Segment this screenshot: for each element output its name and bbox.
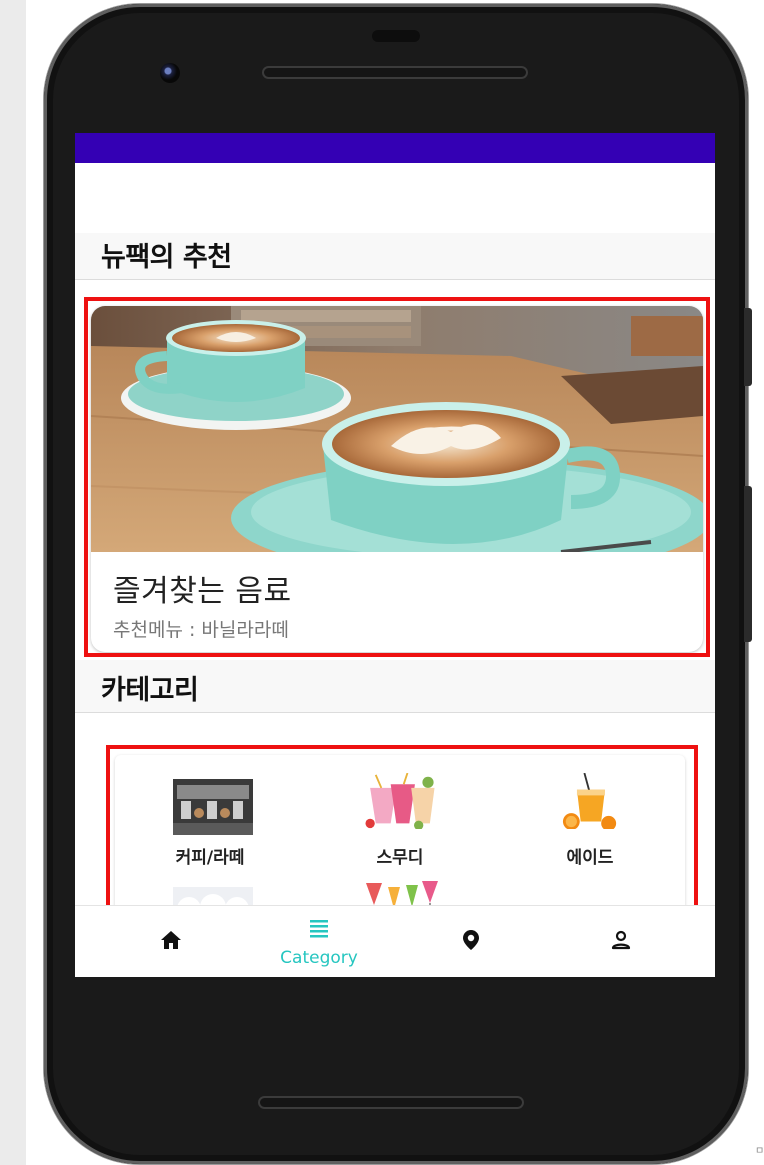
recommendation-section-title: 뉴팩의 추천 — [101, 242, 232, 273]
phone-notch — [372, 30, 420, 42]
list-icon — [310, 920, 328, 938]
nav-location[interactable] — [391, 906, 551, 977]
favorite-drink-card[interactable]: 즐겨찾는 음료 추천메뉴 : 바닐라라떼 — [91, 306, 703, 652]
recommended-menu-text: 추천메뉴 : 바닐라라떼 — [113, 619, 289, 641]
edge-fragment-text: ㅁ — [755, 1146, 764, 1157]
location-pin-icon — [463, 930, 479, 950]
app-screen: 뉴팩의 추천 즐겨찾는 음료 추천메뉴: 바닐라라떼 카테고리 커피/라떼 스… — [75, 133, 715, 977]
category-item-coffee-latte[interactable]: 커피/라떼 — [115, 755, 305, 868]
smoothie-cups-thumbnail — [362, 773, 438, 829]
favorite-drink-title: 즐겨찾는 음료 — [113, 574, 292, 609]
nav-category-label: Category — [280, 948, 358, 968]
category-grid: 커피/라떼 스무디 에이드 — [115, 755, 685, 915]
nav-home[interactable] — [91, 906, 251, 977]
category-label: 스무디 — [376, 848, 424, 868]
bottom-navigation: Category — [75, 905, 715, 977]
nav-category[interactable]: Category — [239, 906, 399, 977]
background-strip — [0, 0, 26, 1165]
coffee-machine-thumbnail — [173, 779, 253, 835]
latte-photo — [91, 306, 703, 552]
recommendation-header: 뉴팩의 추천 — [75, 233, 715, 280]
status-bar — [75, 133, 715, 163]
home-icon — [161, 931, 181, 949]
category-section-title: 카테고리 — [101, 675, 199, 706]
category-item-ade[interactable]: 에이드 — [495, 755, 685, 868]
front-camera — [160, 63, 180, 83]
top-speaker — [262, 66, 528, 79]
orange-juice-thumbnail — [552, 773, 628, 829]
bottom-speaker — [258, 1096, 524, 1109]
person-icon — [611, 930, 631, 950]
category-header: 카테고리 — [75, 660, 715, 713]
power-button — [744, 308, 752, 386]
category-label: 커피/라떼 — [175, 848, 245, 868]
volume-button — [744, 486, 752, 642]
category-item-smoothie[interactable]: 스무디 — [305, 755, 495, 868]
nav-profile[interactable] — [541, 906, 701, 977]
app-bar — [75, 163, 715, 234]
category-label: 에이드 — [566, 848, 614, 868]
